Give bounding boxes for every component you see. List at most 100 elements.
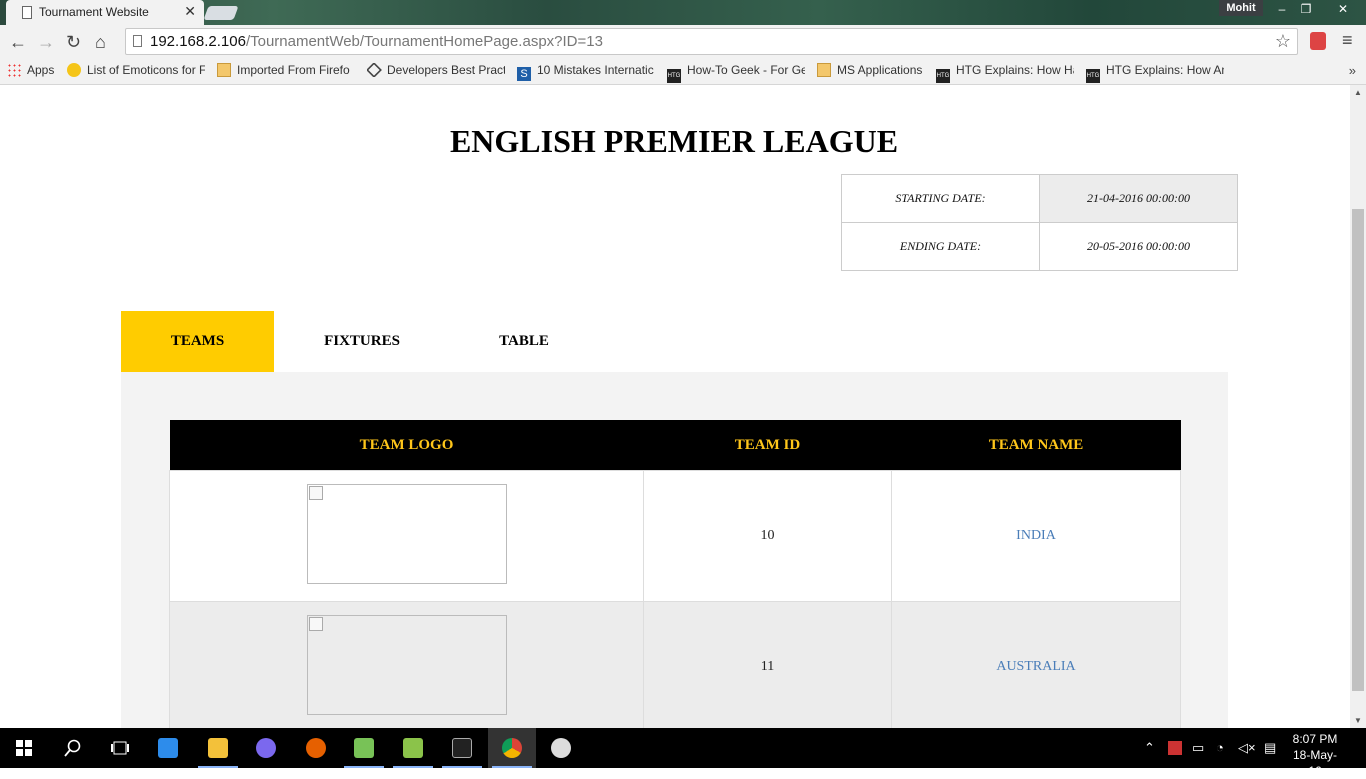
team-id-cell: 11	[643, 601, 892, 728]
folder-icon	[217, 63, 231, 77]
minimize-icon[interactable]: –	[1270, 0, 1294, 18]
task-view-icon	[111, 741, 129, 755]
forward-icon[interactable]: →	[37, 32, 55, 53]
bookmark-label: 10 Mistakes Internatic	[537, 63, 654, 77]
profile-button[interactable]: Mohit	[1219, 0, 1263, 16]
firefox-icon	[306, 738, 326, 758]
team-name-cell: INDIA	[891, 470, 1181, 602]
tab-teams[interactable]: TEAMS	[121, 311, 274, 372]
browser-tab[interactable]: Tournament Website ✕	[6, 0, 204, 25]
taskbar-app[interactable]	[389, 728, 437, 768]
page-content: ENGLISH PREMIER LEAGUE STARTING DATE: 21…	[0, 85, 1350, 728]
close-tab-icon[interactable]: ✕	[184, 3, 196, 20]
chrome-menu-icon[interactable]: ≡	[1342, 30, 1353, 51]
team-logo-cell	[169, 601, 644, 728]
clock-date: 18-May-16	[1292, 748, 1337, 778]
bookmark-item[interactable]: Developers Best Pract	[367, 63, 505, 77]
bookmark-label: List of Emoticons for F	[87, 63, 205, 77]
bookmark-item[interactable]: MS Applications	[817, 63, 927, 77]
bookmark-item[interactable]: HTG HTG Explains: How Ha	[936, 63, 1074, 83]
team-name-link[interactable]: AUSTRALIA	[996, 659, 1075, 674]
taskbar-app[interactable]	[242, 728, 290, 768]
windows-logo-icon	[16, 740, 32, 756]
battery-icon[interactable]: ▭	[1192, 740, 1204, 756]
team-logo-cell	[169, 470, 644, 602]
smiley-icon	[67, 63, 81, 77]
new-tab-button[interactable]	[203, 6, 239, 20]
bookmark-item[interactable]: S 10 Mistakes Internatic	[517, 63, 655, 81]
back-icon[interactable]: ←	[9, 32, 27, 53]
diamond-icon	[367, 63, 382, 77]
bookmark-item[interactable]: Imported From Firefo	[217, 63, 355, 77]
infinity-app-icon	[256, 738, 276, 758]
extension-icon[interactable]	[1310, 32, 1326, 50]
bookmark-label: Developers Best Pract	[387, 63, 505, 77]
team-name-cell: AUSTRALIA	[891, 601, 1181, 728]
command-prompt-icon	[452, 738, 472, 758]
notepad-plus-icon	[403, 738, 423, 758]
task-view-button[interactable]	[96, 728, 144, 768]
url-host: 192.168.2.106	[150, 33, 246, 50]
teams-panel: TEAM LOGO TEAM ID TEAM NAME 10 INDIA 11 …	[121, 372, 1228, 728]
close-window-icon[interactable]: ✕	[1328, 0, 1358, 18]
scrollbar-thumb[interactable]	[1352, 209, 1364, 691]
page-title: ENGLISH PREMIER LEAGUE	[449, 123, 899, 159]
browser-title-bar: Tournament Website ✕ Mohit – ❐ ✕	[0, 0, 1366, 25]
team-logo-image	[306, 614, 507, 715]
broken-image-icon	[308, 485, 323, 500]
start-button[interactable]	[0, 728, 48, 768]
show-hidden-icons[interactable]: ⌃	[1144, 740, 1155, 756]
taskbar-app[interactable]	[292, 728, 340, 768]
folder-icon	[817, 63, 831, 77]
reload-icon[interactable]: ↻	[66, 32, 81, 53]
bookmark-label: HTG Explains: How Ha	[956, 63, 1074, 77]
start-date-label: STARTING DATE:	[841, 174, 1040, 223]
bookmark-label: HTG Explains: How An	[1106, 63, 1224, 77]
taskbar-app[interactable]	[340, 728, 388, 768]
tray-app-icon[interactable]	[1168, 741, 1182, 755]
start-date-value: 21-04-2016 00:00:00	[1039, 174, 1238, 223]
system-clock[interactable]: 8:07 PM 18-May-16	[1290, 731, 1340, 779]
teams-table: TEAM LOGO TEAM ID TEAM NAME 10 INDIA 11 …	[169, 420, 1181, 728]
wifi-icon[interactable]: ◔	[1216, 740, 1224, 755]
column-header-team-id: TEAM ID	[643, 420, 892, 471]
end-date-value: 20-05-2016 00:00:00	[1039, 222, 1238, 271]
table-row: 10 INDIA	[169, 470, 1181, 602]
bookmark-item[interactable]: Apps	[7, 63, 59, 77]
htg-icon: HTG	[1086, 69, 1100, 83]
taskbar-app[interactable]	[537, 728, 585, 768]
url-text[interactable]: 192.168.2.106/TournamentWeb/TournamentHo…	[150, 33, 603, 50]
windows-taskbar: ⌃ ▭ ◔ ◁× ▤ 8:07 PM 18-May-16	[0, 728, 1366, 778]
end-date-label: ENDING DATE:	[841, 222, 1040, 271]
taskbar-app[interactable]	[144, 728, 192, 768]
taskbar-app[interactable]	[488, 728, 536, 768]
column-header-team-logo: TEAM LOGO	[169, 420, 644, 471]
keyboard-icon[interactable]: ▤	[1264, 740, 1276, 756]
search-icon	[64, 739, 81, 757]
s-logo-icon: S	[517, 67, 531, 81]
bookmark-star-icon[interactable]: ☆	[1275, 31, 1291, 52]
bookmark-item[interactable]: HTG HTG Explains: How An	[1086, 63, 1224, 83]
tournament-dates-table: STARTING DATE: 21-04-2016 00:00:00 ENDIN…	[841, 174, 1238, 271]
taskbar-app[interactable]	[438, 728, 486, 768]
address-bar[interactable]: 192.168.2.106/TournamentWeb/TournamentHo…	[125, 28, 1298, 55]
page-info-icon[interactable]	[133, 35, 142, 47]
tab-fixtures[interactable]: FIXTURES	[286, 311, 438, 372]
bookmark-label: How-To Geek - For Ge	[687, 63, 805, 77]
bookmark-item[interactable]: HTG How-To Geek - For Ge	[667, 63, 805, 83]
scroll-up-icon[interactable]: ▲	[1354, 88, 1362, 97]
taskbar-app[interactable]	[194, 728, 242, 768]
page-scrollbar[interactable]: ▲ ▼	[1350, 85, 1366, 728]
more-bookmarks-icon[interactable]: »	[1349, 63, 1356, 78]
home-icon[interactable]: ⌂	[95, 32, 106, 53]
paint-icon	[551, 738, 571, 758]
team-name-link[interactable]: INDIA	[1016, 528, 1056, 543]
scroll-down-icon[interactable]: ▼	[1354, 716, 1362, 725]
volume-icon[interactable]: ◁×	[1238, 740, 1256, 756]
bookmark-item[interactable]: List of Emoticons for F	[67, 63, 205, 77]
team-id-cell: 10	[643, 470, 892, 602]
restore-icon[interactable]: ❐	[1294, 0, 1318, 18]
tab-table[interactable]: TABLE	[448, 311, 600, 372]
chrome-icon	[502, 738, 522, 758]
search-button[interactable]	[48, 728, 96, 768]
